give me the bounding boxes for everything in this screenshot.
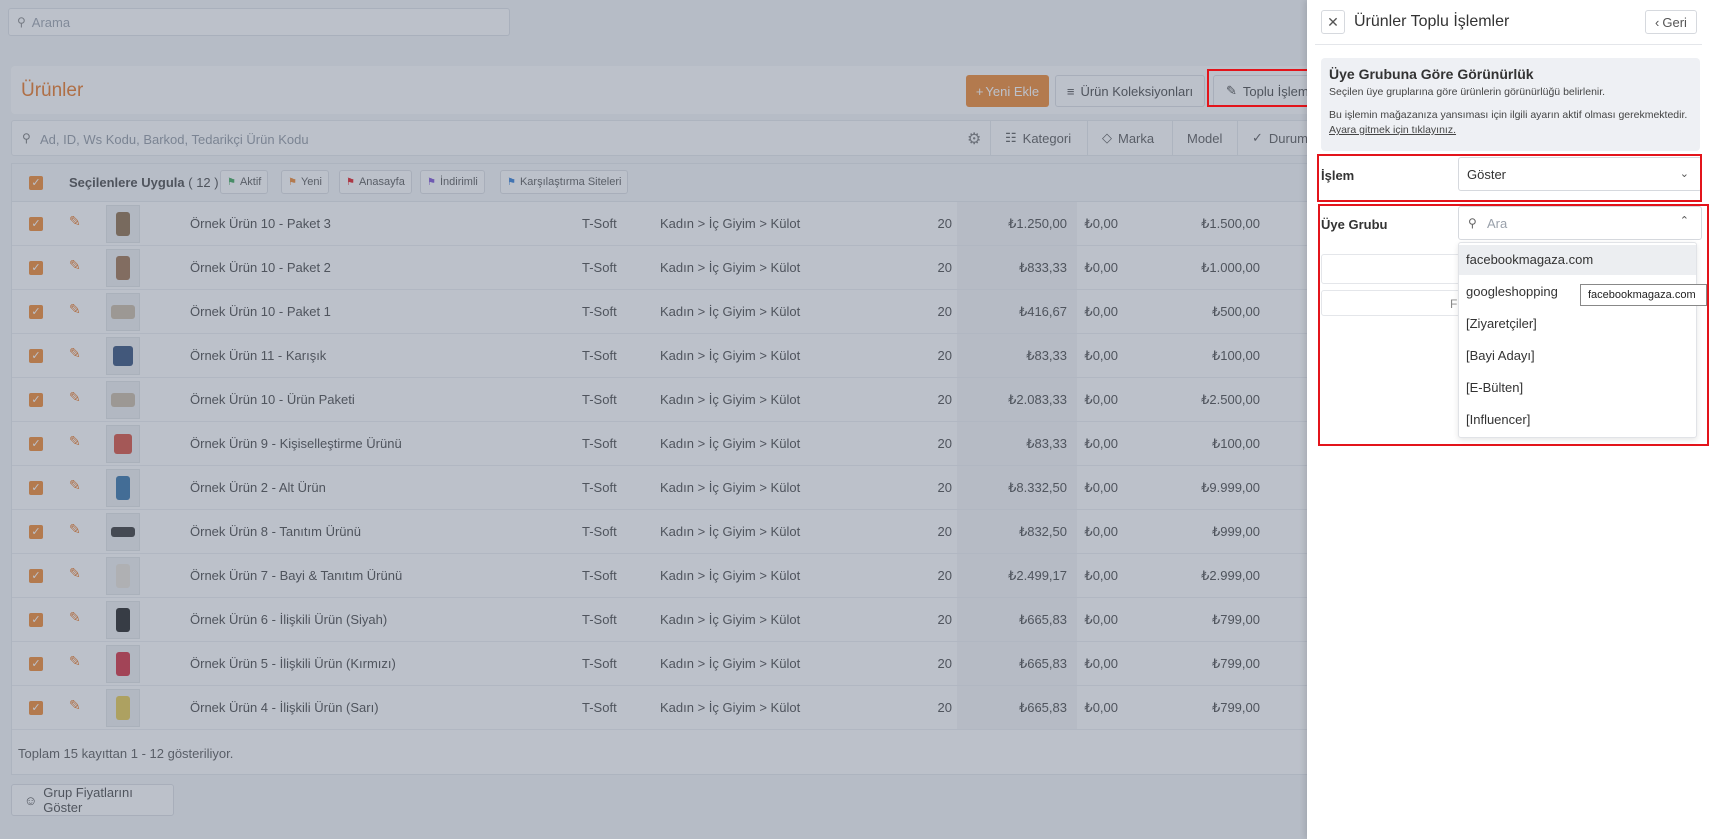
highlight-box	[1317, 154, 1702, 202]
close-icon[interactable]: ✕	[1321, 10, 1345, 34]
info-title: Üye Grubuna Göre Görünürlük	[1329, 66, 1534, 82]
back-button[interactable]: ‹ Geri	[1645, 10, 1697, 34]
chevron-left-icon: ‹	[1655, 14, 1660, 30]
settings-link[interactable]: Ayara gitmek için tıklayınız.	[1329, 124, 1456, 136]
info-description: Seçilen üye gruplarına göre ürünlerin gö…	[1329, 86, 1606, 98]
panel-title: Ürünler Toplu İşlemler	[1354, 13, 1510, 30]
dropdown-option[interactable]: facebookmagaza.com	[1459, 245, 1696, 275]
info-note: Bu işlemin mağazanıza yansıması için ilg…	[1329, 108, 1692, 138]
highlight-box	[1207, 69, 1312, 107]
dropdown-option[interactable]: [Bayi Adayı]	[1459, 341, 1696, 371]
back-label: Geri	[1662, 14, 1687, 30]
dropdown-option[interactable]: [Influencer]	[1459, 405, 1696, 435]
dropdown-option[interactable]: [E-Bülten]	[1459, 373, 1696, 403]
modal-backdrop[interactable]	[0, 0, 1307, 839]
info-box: Üye Grubuna Göre Görünürlük Seçilen üye …	[1321, 58, 1700, 151]
tooltip: facebookmagaza.com	[1580, 284, 1707, 306]
dropdown-option[interactable]: [Ziyaretçiler]	[1459, 309, 1696, 339]
divider	[1315, 44, 1702, 45]
uye-grubu-dropdown: facebookmagaza.com googleshopping [Ziyar…	[1458, 242, 1697, 438]
info-note-text: Bu işlemin mağazanıza yansıması için ilg…	[1329, 109, 1688, 121]
